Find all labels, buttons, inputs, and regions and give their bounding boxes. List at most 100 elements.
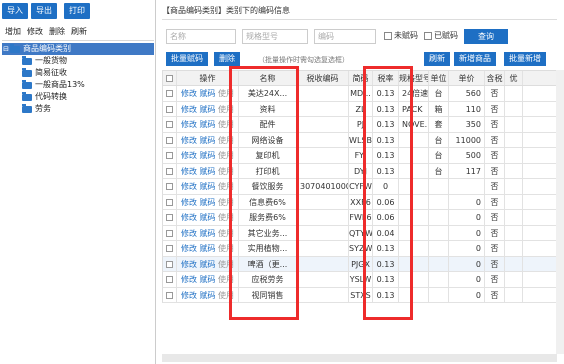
name-search-input[interactable]: 名称 — [166, 29, 236, 44]
cell-tax-included: 否 — [485, 241, 505, 256]
edit-link[interactable]: 修改 — [181, 244, 197, 253]
edit-link[interactable]: 修改 — [181, 291, 197, 300]
col-header[interactable]: 税收编码 — [297, 71, 349, 85]
row-checkbox[interactable] — [163, 256, 177, 271]
row-checkbox[interactable] — [163, 179, 177, 194]
batch-assign-button[interactable]: 批量赋码 — [166, 52, 208, 66]
assign-code-link[interactable]: 赋码 — [200, 151, 216, 160]
cell-tax-included: 否 — [485, 225, 505, 240]
edit-link[interactable]: 修改 — [181, 260, 197, 269]
assign-code-link[interactable]: 赋码 — [200, 182, 216, 191]
assigned-filter[interactable]: 已赋码 — [424, 30, 458, 41]
row-checkbox[interactable] — [163, 210, 177, 225]
edit-link[interactable]: 修改 — [181, 275, 197, 284]
vertical-scrollbar[interactable] — [556, 70, 564, 354]
cell-price: 0 — [449, 287, 485, 302]
cell-extra — [505, 86, 523, 101]
assign-code-link[interactable]: 赋码 — [200, 198, 216, 207]
checkbox[interactable] — [384, 31, 392, 40]
row-checkbox[interactable] — [163, 163, 177, 178]
cell-extra — [505, 148, 523, 163]
spec-search-input[interactable]: 规格型号 — [242, 29, 308, 44]
cell-unit: 台 — [429, 148, 449, 163]
export-button[interactable]: 导出 — [31, 3, 57, 19]
cell-extra — [505, 101, 523, 116]
edit-link[interactable]: 修改 — [181, 89, 197, 98]
category-tree: ⊟ 商品编码类别 一般货物 简易征收 一般商品13% 代码转换 劳务 — [2, 40, 154, 115]
print-button[interactable]: 打印 — [64, 3, 90, 19]
query-button[interactable]: 查询 — [464, 29, 508, 44]
col-header[interactable]: 单价 — [449, 71, 485, 85]
row-checkbox[interactable] — [163, 86, 177, 101]
tree-item[interactable]: 劳务 — [2, 103, 154, 115]
row-checkbox[interactable] — [163, 287, 177, 302]
tree-item[interactable]: 代码转换 — [2, 91, 154, 103]
edit-link[interactable]: 修改 — [181, 213, 197, 222]
assign-code-link[interactable]: 赋码 — [200, 136, 216, 145]
collapse-icon[interactable]: ⊟ — [2, 43, 10, 55]
row-checkbox[interactable] — [163, 117, 177, 132]
assign-code-link[interactable]: 赋码 — [200, 167, 216, 176]
folder-icon — [22, 79, 32, 89]
row-checkbox[interactable] — [163, 194, 177, 209]
assign-code-link[interactable]: 赋码 — [200, 120, 216, 129]
cell-tax-code — [297, 117, 349, 132]
checkbox[interactable] — [424, 31, 432, 40]
col-header[interactable]: 含税 — [485, 71, 505, 85]
assign-code-link[interactable]: 赋码 — [200, 244, 216, 253]
row-checkbox[interactable] — [163, 272, 177, 287]
folder-icon — [10, 43, 20, 53]
cell-tax-code — [297, 86, 349, 101]
cell-unit — [429, 272, 449, 287]
batch-hint: （批量操作时需勾选复选框） — [258, 56, 349, 64]
assign-code-link[interactable]: 赋码 — [200, 275, 216, 284]
horizontal-scrollbar[interactable] — [162, 354, 557, 362]
add-category-link[interactable]: 增加 — [5, 26, 21, 37]
edit-link[interactable]: 修改 — [181, 151, 197, 160]
edit-link[interactable]: 修改 — [181, 182, 197, 191]
edit-link[interactable]: 修改 — [181, 167, 197, 176]
cell-extra — [505, 117, 523, 132]
row-checkbox[interactable] — [163, 148, 177, 163]
assign-code-link[interactable]: 赋码 — [200, 229, 216, 238]
delete-button[interactable]: 删除 — [214, 52, 240, 66]
assign-code-link[interactable]: 赋码 — [200, 105, 216, 114]
cell-extra — [505, 241, 523, 256]
select-all-checkbox[interactable] — [163, 71, 177, 85]
row-checkbox[interactable] — [163, 225, 177, 240]
tree-item[interactable]: 简易征收 — [2, 67, 154, 79]
import-button[interactable]: 导入 — [2, 3, 28, 19]
cell-price: 0 — [449, 225, 485, 240]
cell-price — [449, 179, 485, 194]
edit-link[interactable]: 修改 — [181, 229, 197, 238]
col-header[interactable]: 单位 — [429, 71, 449, 85]
add-item-button[interactable]: 新增商品 — [454, 52, 496, 66]
cell-extra — [505, 132, 523, 147]
tree-root[interactable]: ⊟ 商品编码类别 — [2, 43, 154, 55]
edit-category-link[interactable]: 修改 — [27, 26, 43, 37]
tree-actions: 增加 修改 删除 刷新 — [5, 26, 87, 37]
batch-add-button[interactable]: 批量新增 — [504, 52, 546, 66]
delete-category-link[interactable]: 删除 — [49, 26, 65, 37]
row-checkbox[interactable] — [163, 101, 177, 116]
assign-code-link[interactable]: 赋码 — [200, 291, 216, 300]
refresh-button[interactable]: 刷新 — [424, 52, 450, 66]
edit-link[interactable]: 修改 — [181, 136, 197, 145]
unassigned-filter[interactable]: 未赋码 — [384, 30, 418, 41]
edit-link[interactable]: 修改 — [181, 105, 197, 114]
cell-tax-included: 否 — [485, 117, 505, 132]
edit-link[interactable]: 修改 — [181, 120, 197, 129]
tree-item[interactable]: 一般货物 — [2, 55, 154, 67]
code-search-input[interactable]: 编码 — [314, 29, 376, 44]
assign-code-link[interactable]: 赋码 — [200, 89, 216, 98]
assign-code-link[interactable]: 赋码 — [200, 213, 216, 222]
edit-link[interactable]: 修改 — [181, 198, 197, 207]
row-checkbox[interactable] — [163, 132, 177, 147]
tree-item[interactable]: 一般商品13% — [2, 79, 154, 91]
row-checkbox[interactable] — [163, 241, 177, 256]
assign-code-link[interactable]: 赋码 — [200, 260, 216, 269]
col-header[interactable]: 优 — [505, 71, 523, 85]
cell-tax-included: 否 — [485, 86, 505, 101]
cell-unit — [429, 256, 449, 271]
refresh-tree-link[interactable]: 刷新 — [71, 26, 87, 37]
